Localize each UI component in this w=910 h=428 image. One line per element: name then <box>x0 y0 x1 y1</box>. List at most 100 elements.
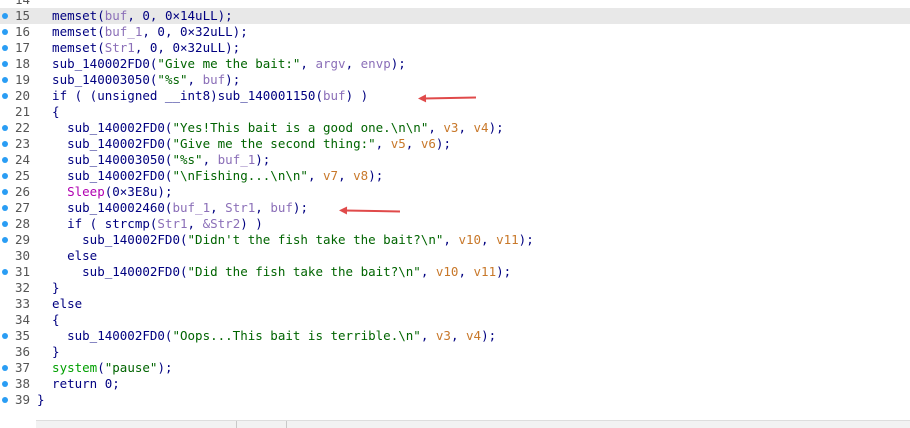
code-token: if ( (unsigned __int8)sub_140001150( <box>37 88 323 103</box>
code-token: , <box>450 328 467 343</box>
code-token: v6 <box>420 136 436 151</box>
code-text: { <box>37 312 60 328</box>
code-token: v10 <box>458 232 482 247</box>
line-number: 30 <box>14 248 30 263</box>
code-text: { <box>37 104 60 120</box>
code-line[interactable]: 34 { <box>0 312 910 328</box>
code-token: buf <box>104 8 128 23</box>
code-token: , <box>202 152 218 167</box>
code-text: else <box>37 296 82 312</box>
line-number: 27 <box>14 200 30 215</box>
code-token: ); <box>157 360 173 375</box>
code-line[interactable]: 18 sub_140002FD0("Give me the bait:", ar… <box>0 56 910 72</box>
code-token: , <box>338 168 354 183</box>
code-token: , <box>345 56 361 71</box>
code-line[interactable]: 37 system("pause"); <box>0 360 910 376</box>
code-token: buf_1 <box>217 152 256 167</box>
code-line[interactable]: 33 else <box>0 296 910 312</box>
code-line[interactable]: 25 sub_140002FD0("\nFishing...\n\n", v7,… <box>0 168 910 184</box>
code-line[interactable]: 39} <box>0 392 910 408</box>
code-token: else <box>37 296 83 311</box>
code-token: argv <box>315 56 346 71</box>
code-token: sub_140002FD0( <box>37 56 158 71</box>
code-token: else <box>37 248 98 263</box>
line-number: 38 <box>14 376 30 391</box>
code-line[interactable]: 19 sub_140003050("%s", buf); <box>0 72 910 88</box>
code-token: memset( <box>37 40 105 55</box>
code-token: ); <box>488 120 504 135</box>
code-token: sub_140002FD0( <box>37 232 188 247</box>
code-line[interactable]: 27 sub_140002460(buf_1, Str1, buf); <box>0 200 910 216</box>
code-line[interactable]: 29 sub_140002FD0("Didn't the fish take t… <box>0 232 910 248</box>
line-number: 22 <box>14 120 30 135</box>
code-token: sub_140002FD0( <box>37 136 173 151</box>
code-token: v11 <box>473 264 497 279</box>
code-token: system <box>37 360 98 375</box>
code-token: v8 <box>353 168 369 183</box>
code-line[interactable]: 30 else <box>0 248 910 264</box>
code-line[interactable]: 26 Sleep(0×3E8u); <box>0 184 910 200</box>
code-line[interactable]: 14 <box>0 0 910 8</box>
code-text: memset(buf, 0, 0×14uLL); <box>37 8 233 24</box>
code-token: ); <box>292 200 308 215</box>
code-token: ); <box>390 56 406 71</box>
code-token: ); <box>225 72 241 87</box>
code-token: memset( <box>37 24 105 39</box>
code-line[interactable]: 21 { <box>0 104 910 120</box>
code-text: sub_140002460(buf_1, Str1, buf); <box>37 200 308 216</box>
code-token: } <box>37 280 60 295</box>
code-lines: 1415 memset(buf, 0, 0×14uLL);16 memset(b… <box>0 0 910 408</box>
code-token: buf_1 <box>104 24 143 39</box>
line-number: 17 <box>14 40 30 55</box>
code-token: v7 <box>323 168 339 183</box>
pseudocode-editor[interactable]: 1415 memset(buf, 0, 0×14uLL);16 memset(b… <box>0 0 910 428</box>
code-token: buf_1 <box>172 200 211 215</box>
code-token: , <box>375 136 391 151</box>
code-token: v3 <box>435 328 451 343</box>
code-token: envp <box>360 56 391 71</box>
code-token: , <box>420 328 436 343</box>
code-line[interactable]: 23 sub_140002FD0("Give me the second thi… <box>0 136 910 152</box>
code-token: { <box>37 104 60 119</box>
code-token: , 0, 0×32uLL); <box>134 40 241 55</box>
code-token: buf <box>202 72 226 87</box>
code-text: } <box>37 392 45 408</box>
code-token: return 0; <box>37 376 120 391</box>
code-token: &Str2 <box>202 216 241 231</box>
code-token: v3 <box>443 120 459 135</box>
line-number: 15 <box>14 8 30 23</box>
code-line[interactable]: 16 memset(buf_1, 0, 0×32uLL); <box>0 24 910 40</box>
code-token: , <box>255 200 271 215</box>
code-text: } <box>37 280 60 296</box>
code-token: ); <box>255 152 271 167</box>
code-token: sub_140002FD0( <box>37 120 173 135</box>
code-token: ) ) <box>240 216 263 231</box>
code-text: else <box>37 248 97 264</box>
code-token: , <box>307 168 323 183</box>
line-number: 20 <box>14 88 30 103</box>
code-line[interactable]: 22 sub_140002FD0("Yes!This bait is a goo… <box>0 120 910 136</box>
line-number: 16 <box>14 24 30 39</box>
code-token: sub_140002FD0( <box>37 168 173 183</box>
line-number: 31 <box>14 264 30 279</box>
code-token: "Give me the bait:" <box>157 56 301 71</box>
horizontal-scrollbar[interactable] <box>36 420 910 428</box>
code-line[interactable]: 38 return 0; <box>0 376 910 392</box>
code-line[interactable]: 36 } <box>0 344 910 360</box>
code-line[interactable]: 15 memset(buf, 0, 0×14uLL); <box>0 8 910 24</box>
code-line[interactable]: 35 sub_140002FD0("Oops...This bait is te… <box>0 328 910 344</box>
code-token: (0×3E8u); <box>104 184 173 199</box>
code-text: sub_140002FD0("\nFishing...\n\n", v7, v8… <box>37 168 383 184</box>
code-token: , 0, 0×32uLL); <box>142 24 248 39</box>
code-line[interactable]: 32 } <box>0 280 910 296</box>
code-token: Sleep <box>37 184 105 199</box>
line-number: 21 <box>14 104 30 119</box>
code-line[interactable]: 31 sub_140002FD0("Did the fish take the … <box>0 264 910 280</box>
code-token: ); <box>518 232 534 247</box>
code-text: sub_140002FD0("Did the fish take the bai… <box>37 264 511 280</box>
code-token: v4 <box>473 120 489 135</box>
code-line[interactable]: 17 memset(Str1, 0, 0×32uLL); <box>0 40 910 56</box>
code-line[interactable]: 28 if ( strcmp(Str1, &Str2) ) <box>0 216 910 232</box>
line-number: 14 <box>8 0 30 8</box>
code-line[interactable]: 24 sub_140003050("%s", buf_1); <box>0 152 910 168</box>
